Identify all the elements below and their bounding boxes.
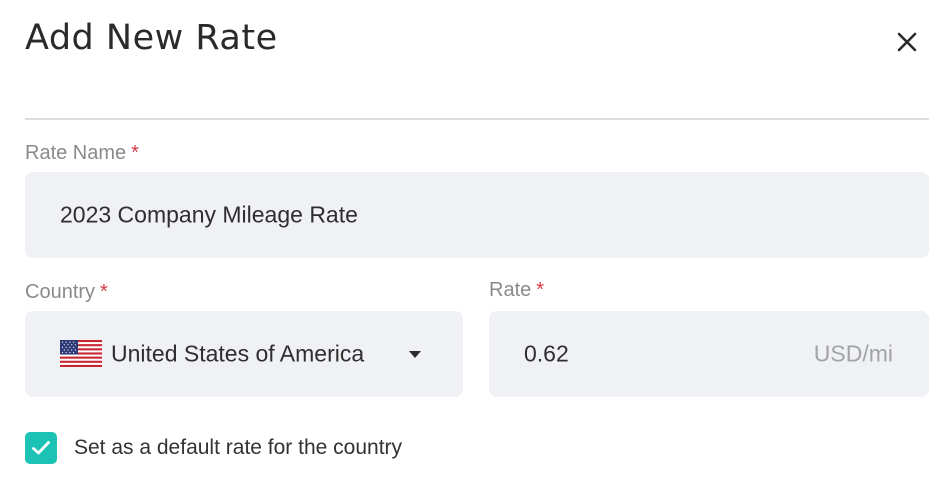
- dialog-title: Add New Rate: [25, 18, 278, 58]
- default-rate-checkbox[interactable]: [25, 432, 57, 464]
- close-icon: [897, 32, 917, 52]
- rate-value: 0.62: [524, 340, 569, 367]
- default-rate-checkbox-label[interactable]: Set as a default rate for the country: [74, 436, 402, 460]
- us-flag-icon: [60, 340, 102, 367]
- caret-down-icon: [409, 351, 421, 358]
- checkmark-icon: [32, 441, 50, 455]
- add-rate-dialog: Add New Rate Rate Name * 2023 Company Mil…: [0, 0, 951, 495]
- rate-unit: USD/mi: [813, 340, 893, 367]
- rate-label-text: Rate: [489, 279, 532, 301]
- header-divider: [25, 118, 929, 120]
- required-marker: *: [100, 281, 108, 303]
- rate-name-field[interactable]: 2023 Company Mileage Rate: [25, 172, 929, 258]
- close-button[interactable]: [891, 26, 923, 58]
- rate-name-label-text: Rate Name: [25, 142, 127, 164]
- rate-field[interactable]: 0.62 USD/mi: [489, 311, 929, 397]
- country-value: United States of America: [111, 340, 365, 367]
- required-marker: *: [131, 142, 139, 164]
- country-label-text: Country: [25, 281, 96, 303]
- rate-name-label: Rate Name *: [25, 142, 139, 165]
- country-select[interactable]: United States of America: [25, 311, 463, 397]
- rate-name-value: 2023 Company Mileage Rate: [60, 201, 358, 228]
- rate-label: Rate *: [489, 279, 544, 302]
- country-label: Country *: [25, 281, 108, 304]
- required-marker: *: [536, 279, 545, 301]
